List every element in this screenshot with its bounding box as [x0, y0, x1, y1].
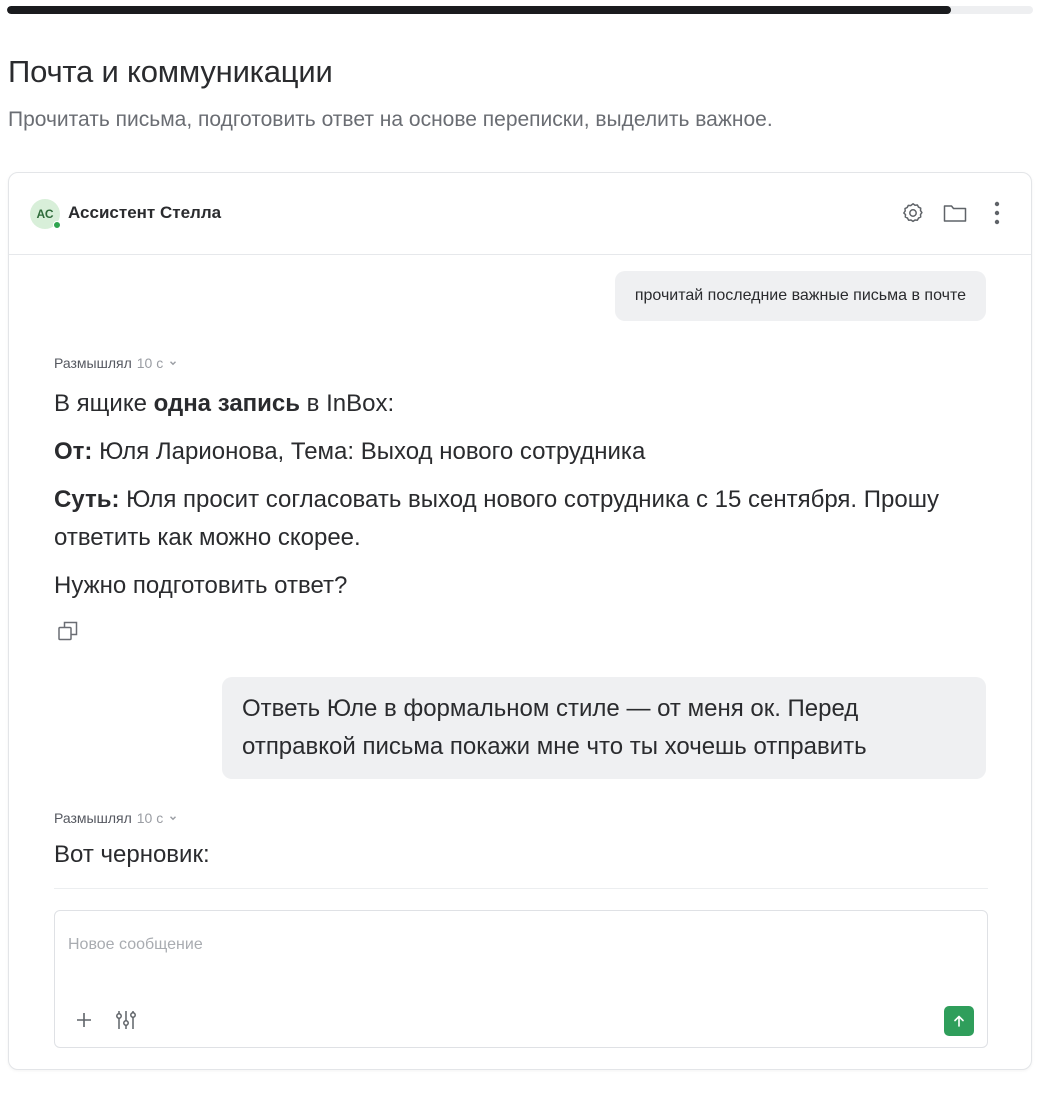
- plus-icon: [77, 1013, 91, 1027]
- page-title: Почта и коммуникации: [8, 54, 333, 89]
- text-emphasis: одна запись: [153, 390, 301, 417]
- user-message: Ответь Юле в формальном стиле — от меня …: [222, 677, 986, 779]
- assistant-message: Вот черновик:: [54, 841, 210, 868]
- copy-icon: [58, 621, 78, 641]
- progress-bar: [7, 6, 1033, 14]
- folder-button[interactable]: [941, 199, 969, 227]
- message-paragraph: От: Юля Ларионова, Тема: Выход нового со…: [54, 433, 974, 471]
- assistant-message: В ящике одна запись в InBox: От: Юля Лар…: [54, 385, 974, 615]
- folder-icon: [943, 205, 967, 222]
- avatar: АС: [30, 199, 61, 229]
- text-fragment: В ящике: [54, 390, 154, 417]
- text-fragment: в InBox:: [300, 390, 395, 417]
- text-emphasis: От:: [54, 438, 93, 465]
- settings-button[interactable]: [899, 199, 927, 227]
- user-message: прочитай последние важные письма в почте: [614, 271, 986, 321]
- text-emphasis: Суть:: [54, 486, 120, 513]
- online-status-dot: [53, 221, 61, 229]
- progress-bar-fill: [7, 6, 951, 14]
- more-options-button[interactable]: [983, 199, 1011, 227]
- settings-sliders-button[interactable]: [113, 1007, 139, 1033]
- text-fragment: Юля Ларионова, Тема: Выход нового сотруд…: [92, 438, 646, 465]
- thinking-label: Размышлял: [54, 355, 132, 371]
- header-actions: [899, 199, 1011, 227]
- text-fragment: Юля просит согласовать выход нового сотр…: [54, 486, 939, 551]
- sliders-icon: [116, 1011, 136, 1029]
- message-paragraph: В ящике одна запись в InBox:: [54, 385, 974, 423]
- arrow-up-icon: [954, 1015, 964, 1027]
- settings-icon: [903, 203, 923, 223]
- avatar-initials: АС: [36, 207, 54, 221]
- message-paragraph: Нужно подготовить ответ?: [54, 572, 348, 599]
- page-subtitle: Прочитать письма, подготовить ответ на о…: [8, 108, 773, 131]
- chevron-down-icon: [170, 361, 177, 366]
- more-vertical-icon: [994, 201, 1000, 225]
- thinking-duration: 10 с: [136, 810, 164, 826]
- message-composer: [54, 910, 988, 1048]
- chat-header: АС Ассистент Стелла: [9, 173, 1031, 255]
- thinking-duration: 10 с: [136, 355, 164, 371]
- attach-button[interactable]: [71, 1007, 97, 1033]
- thinking-label: Размышлял: [54, 810, 132, 826]
- divider: [54, 888, 988, 889]
- send-button[interactable]: [944, 1006, 974, 1036]
- thinking-toggle[interactable]: Размышлял 10 с: [54, 810, 178, 826]
- message-input[interactable]: [68, 925, 968, 965]
- chat-panel: АС Ассистент Стелла прочитай последние в…: [8, 172, 1032, 1070]
- thinking-toggle[interactable]: Размышлял 10 с: [54, 355, 178, 371]
- composer-tools: [71, 1007, 139, 1033]
- assistant-name: Ассистент Стелла: [68, 203, 222, 222]
- copy-button[interactable]: [56, 619, 80, 643]
- chevron-down-icon: [170, 816, 177, 821]
- message-paragraph: Суть: Юля просит согласовать выход новог…: [54, 481, 974, 557]
